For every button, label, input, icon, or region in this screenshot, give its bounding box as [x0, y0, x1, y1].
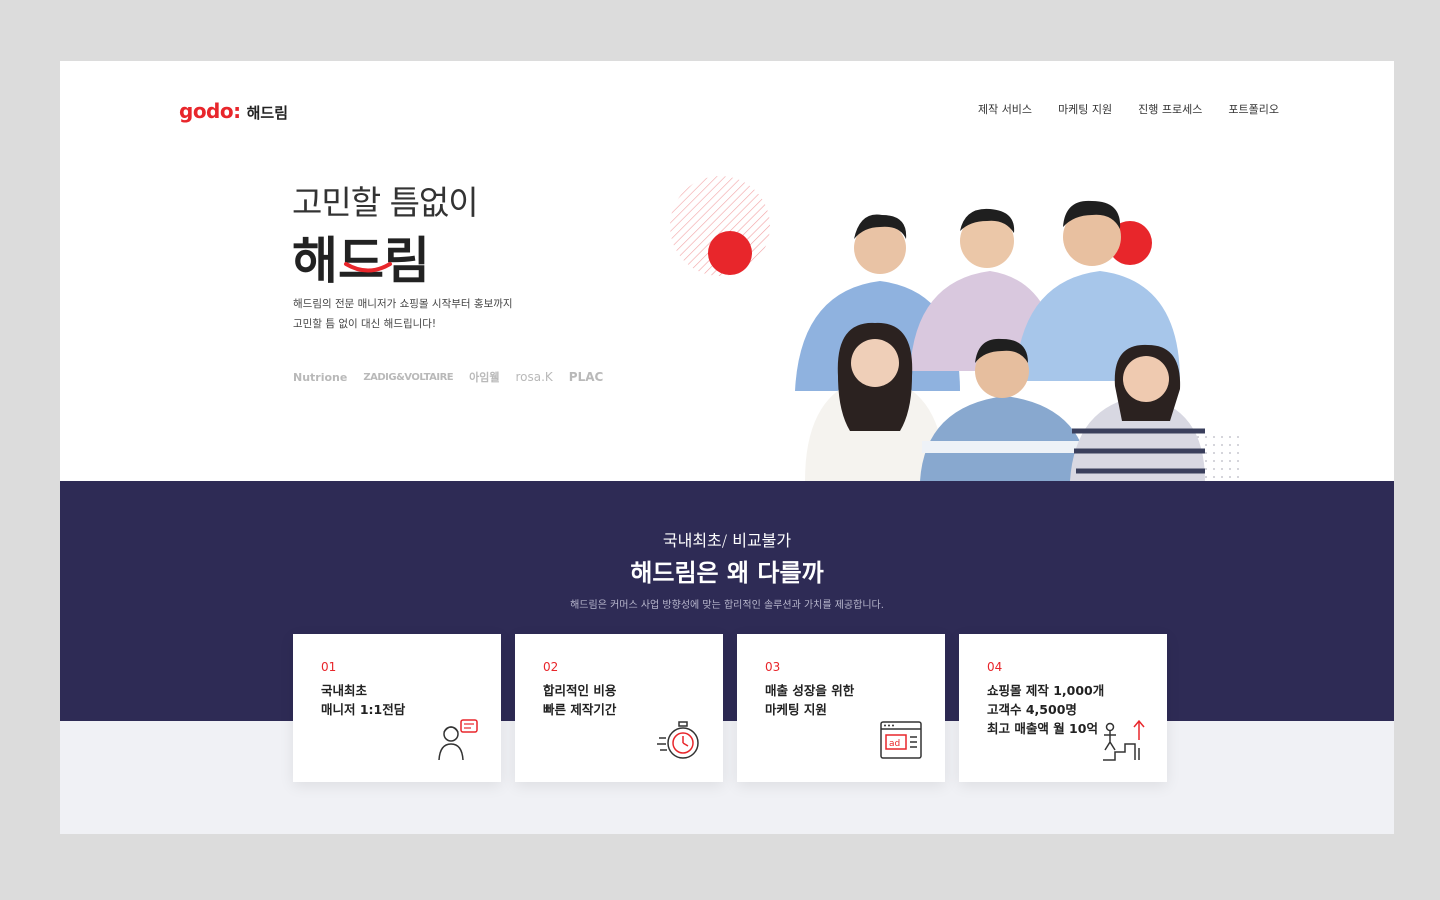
card-text: 합리적인 비용 빠른 제작기간	[543, 683, 617, 717]
card-text: 쇼핑몰 제작 1,000개 고객수 4,500명 최고 매출액 월 10억	[987, 683, 1105, 736]
logo-mark: godo:	[179, 99, 241, 123]
section-subtitle: 국내최초/ 비교불가	[662, 531, 792, 550]
page-frame: godo: 해드림 제작 서비스 마케팅 지원 진행 프로세스 포트폴리오 고민…	[60, 61, 1394, 834]
feature-card-1: 01 국내최초 매니저 1:1전담	[293, 634, 501, 782]
hero-description: 해드림의 전문 매니저가 쇼핑몰 시작부터 홍보까지 고민할 틈 없이 대신 해…	[293, 294, 513, 334]
client-logos: Nutrione ZADIG&VOLTAIRE 아임웰 rosa.K PLAC	[293, 369, 603, 385]
hero-title: 해드림	[292, 232, 430, 290]
stopwatch-icon	[657, 721, 699, 759]
card-number: 04	[987, 660, 1003, 674]
card-text: 국내최초 매니저 1:1전담	[321, 683, 406, 717]
hero-desc-line2: 고민할 틈 없이 대신 해드립니다!	[293, 318, 437, 330]
growth-stairs-icon	[1103, 719, 1145, 761]
hero-desc-line1: 해드림의 전문 매니저가 쇼핑몰 시작부터 홍보까지	[293, 298, 513, 310]
section-description: 해드림은 커머스 사업 방향성에 맞는 합리적인 솔루션과 가치를 제공합니다.	[570, 600, 884, 611]
team-photo	[670, 176, 1240, 481]
hero-subtitle: 고민할 틈없이	[292, 183, 479, 222]
logo-text: 해드림	[246, 104, 289, 122]
svg-text:ad: ad	[889, 739, 900, 749]
nav-item-production[interactable]: 제작 서비스	[978, 101, 1032, 117]
feature-card-4: 04 쇼핑몰 제작 1,000개 고객수 4,500명 최고 매출액 월 10억	[959, 634, 1167, 782]
card-text: 매출 성장을 위한 마케팅 지원	[765, 683, 855, 717]
section-title: 해드림은 왜 다를까	[630, 559, 824, 587]
brand-logo-rosak: rosa.K	[515, 370, 553, 384]
card-number: 01	[321, 660, 337, 674]
consultant-icon	[438, 719, 478, 761]
red-blob-left-decor	[708, 231, 752, 275]
nav-item-portfolio[interactable]: 포트폴리오	[1228, 101, 1279, 117]
feature-cards: 01 국내최초 매니저 1:1전담 02 합리적인 비용 빠른 제작기간 03 …	[293, 634, 1167, 782]
feature-card-2: 02 합리적인 비용 빠른 제작기간	[515, 634, 723, 782]
card-number: 03	[765, 660, 781, 674]
brand-logo-zadig: ZADIG&VOLTAIRE	[363, 371, 454, 383]
brand-logo-plac: PLAC	[568, 370, 604, 384]
site-logo[interactable]: godo: 해드림	[179, 99, 288, 123]
nav-item-marketing[interactable]: 마케팅 지원	[1058, 101, 1112, 117]
brand-logo-imwell: 아임웰	[469, 371, 500, 384]
brand-logo-nutrione: Nutrione	[293, 370, 348, 384]
ad-browser-icon: ad	[880, 721, 922, 759]
smile-mark-icon	[344, 262, 392, 273]
nav-item-process[interactable]: 진행 프로세스	[1138, 101, 1202, 117]
main-nav: 제작 서비스 마케팅 지원 진행 프로세스 포트폴리오	[978, 101, 1279, 117]
feature-card-3: 03 매출 성장을 위한 마케팅 지원 ad	[737, 634, 945, 782]
card-number: 02	[543, 660, 559, 674]
